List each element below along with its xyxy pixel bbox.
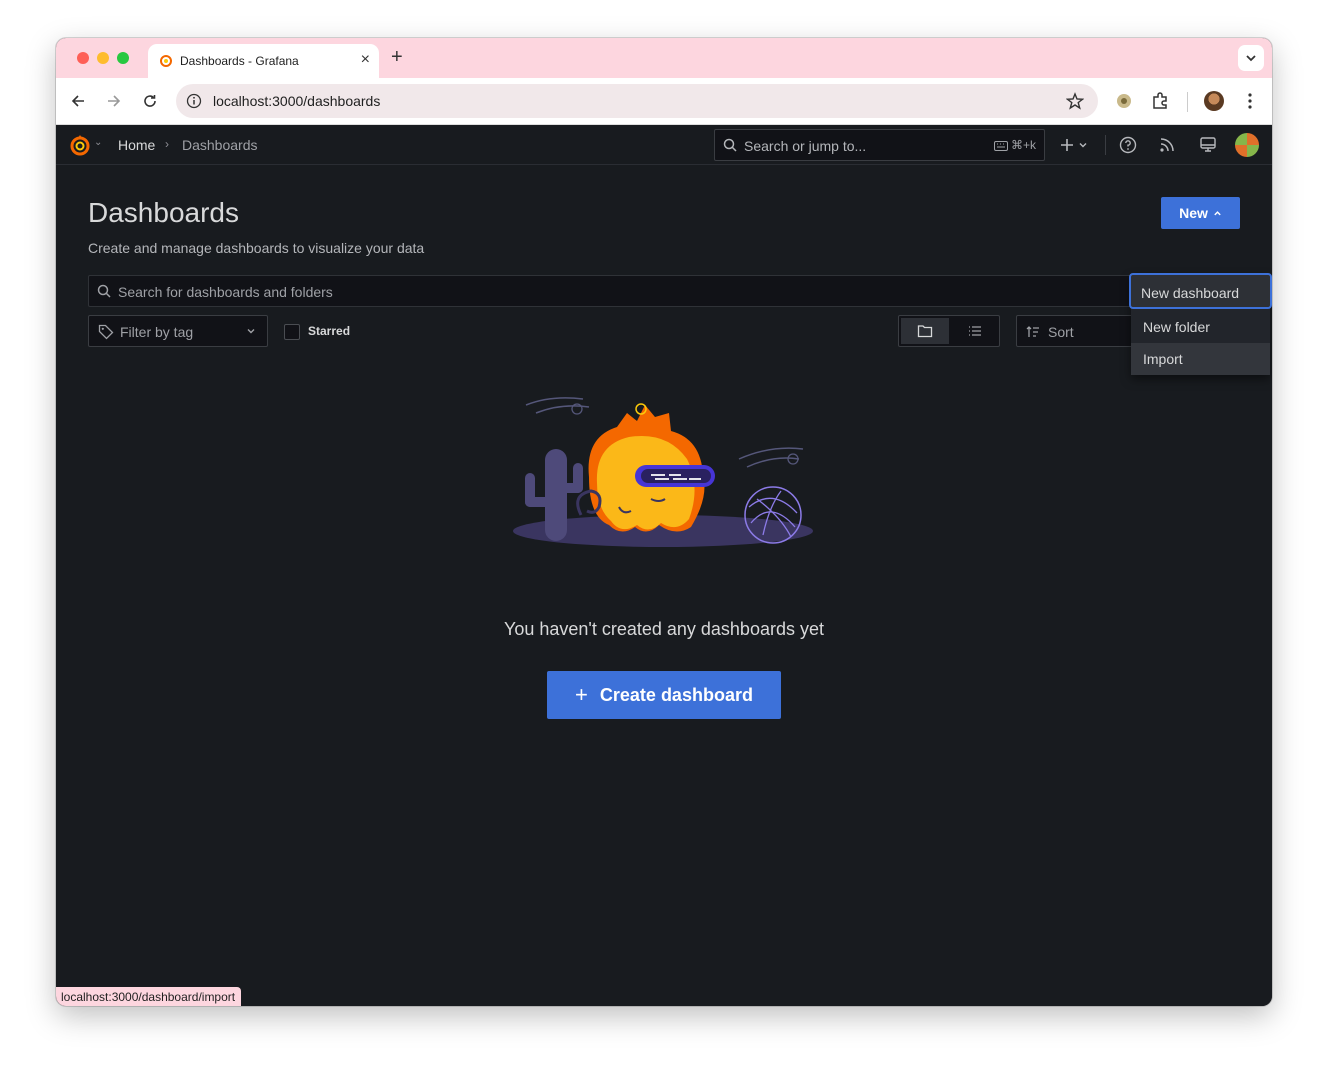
starred-checkbox[interactable] — [284, 324, 300, 340]
dashboard-search-placeholder: Search for dashboards and folders — [118, 284, 333, 300]
tab-close-icon[interactable]: × — [361, 51, 370, 69]
site-info-icon[interactable] — [186, 93, 202, 109]
extensions-puzzle-icon[interactable] — [1151, 92, 1169, 110]
breadcrumb-current: Dashboards — [182, 137, 258, 153]
dashboard-search-input[interactable]: Search for dashboards and folders — [88, 275, 1240, 307]
folder-view-button[interactable] — [901, 318, 949, 344]
sort-label: Sort — [1048, 324, 1074, 340]
empty-state-message: You haven't created any dashboards yet — [503, 619, 824, 639]
create-dashboard-button[interactable]: + Create dashboard — [547, 671, 781, 719]
list-icon — [969, 326, 981, 336]
search-icon — [97, 284, 111, 298]
page-content: Dashboards Create and manage dashboards … — [56, 165, 1272, 1006]
new-button-label: New — [1179, 205, 1208, 221]
filter-by-tag-select[interactable]: Filter by tag — [88, 315, 268, 347]
starred-label[interactable]: Starred — [308, 324, 350, 338]
filter-by-tag-label: Filter by tag — [120, 324, 194, 340]
browser-tab[interactable]: Dashboards - Grafana × — [148, 44, 379, 78]
chevron-up-icon — [1214, 210, 1221, 215]
browser-menu-icon[interactable] — [1241, 92, 1259, 110]
breadcrumb-separator: › — [165, 137, 169, 151]
grafana-topnav: ⌄ Home › Dashboards Search or jump to...… — [56, 125, 1272, 165]
toolbar-divider — [1187, 92, 1188, 112]
plus-icon: + — [575, 682, 588, 707]
folder-icon — [917, 325, 933, 338]
page-subtitle: Create and manage dashboards to visualiz… — [88, 240, 425, 256]
browser-toolbar: localhost:3000/dashboards — [56, 78, 1272, 125]
tab-title: Dashboards - Grafana — [180, 54, 299, 68]
bookmark-star-icon[interactable] — [1066, 92, 1084, 110]
browser-window: Dashboards - Grafana × + localhost:3000/… — [56, 38, 1272, 1006]
kiosk-mode-icon[interactable] — [1198, 135, 1218, 155]
plus-icon — [1061, 139, 1073, 151]
maximize-window-button[interactable] — [117, 52, 129, 64]
empty-state-illustration — [513, 397, 813, 547]
breadcrumb-home[interactable]: Home — [118, 137, 155, 153]
extension-grafana-icon[interactable] — [1115, 92, 1133, 110]
search-placeholder: Search or jump to... — [744, 138, 867, 154]
search-icon — [723, 138, 737, 152]
new-folder-menu-item[interactable]: New folder — [1131, 311, 1270, 343]
search-input[interactable]: Search or jump to... ⌘+k — [714, 129, 1045, 161]
news-feed-icon[interactable] — [1157, 135, 1177, 155]
chevron-down-icon — [1246, 55, 1256, 62]
view-toggle — [898, 315, 1000, 347]
sort-icon — [1026, 326, 1039, 337]
grafana-favicon-icon — [160, 55, 172, 67]
keyboard-icon — [993, 140, 1008, 151]
close-window-button[interactable] — [77, 52, 89, 64]
chevron-down-icon — [247, 329, 255, 334]
new-menu-dropdown: New dashboard New folder Import — [1129, 273, 1272, 375]
search-shortcut: ⌘+k — [993, 138, 1036, 152]
new-button[interactable]: New — [1161, 197, 1240, 229]
tab-search-button[interactable] — [1238, 45, 1264, 71]
address-url[interactable]: localhost:3000/dashboards — [213, 93, 380, 109]
minimize-window-button[interactable] — [97, 52, 109, 64]
chevron-down-icon[interactable]: ⌄ — [94, 137, 102, 148]
help-icon[interactable] — [1118, 135, 1138, 155]
page-title: Dashboards — [88, 197, 239, 228]
address-bar[interactable]: localhost:3000/dashboards — [176, 84, 1098, 118]
new-tab-button[interactable]: + — [391, 47, 403, 67]
reload-icon[interactable] — [141, 92, 159, 110]
add-new-button[interactable] — [1059, 135, 1089, 155]
status-bar-url: localhost:3000/dashboard/import — [56, 987, 242, 1006]
list-view-button[interactable] — [951, 318, 999, 344]
tag-icon — [98, 324, 114, 340]
avatar — [1204, 91, 1224, 111]
grafana-logo-icon[interactable] — [68, 133, 92, 157]
topnav-divider — [1105, 135, 1106, 155]
forward-icon[interactable] — [105, 92, 123, 110]
chevron-down-icon — [1079, 143, 1087, 148]
import-menu-item[interactable]: Import — [1131, 343, 1270, 375]
new-dashboard-menu-item[interactable]: New dashboard — [1129, 273, 1272, 309]
tab-strip: Dashboards - Grafana × + — [56, 38, 1272, 78]
user-avatar[interactable] — [1235, 133, 1259, 157]
create-dashboard-label: Create dashboard — [599, 684, 753, 705]
profile-avatar[interactable] — [1204, 91, 1224, 111]
back-icon[interactable] — [69, 92, 87, 110]
